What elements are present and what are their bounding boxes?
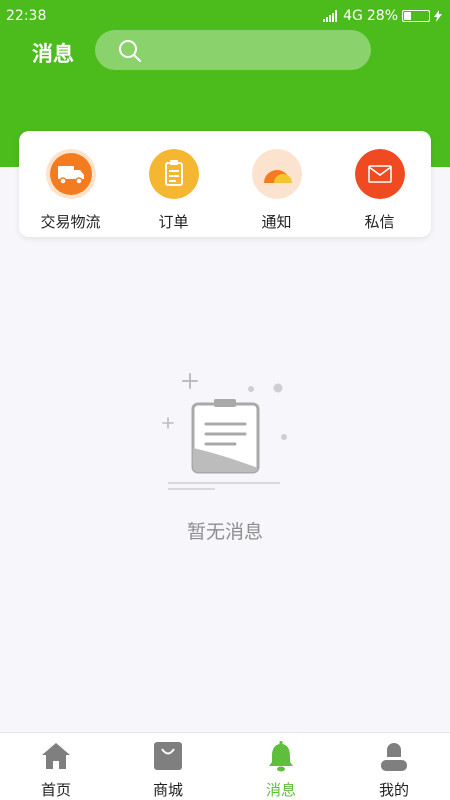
search-icon: [119, 40, 141, 62]
user-icon: [381, 743, 407, 771]
bell-icon: [269, 741, 293, 772]
quick-action-messages[interactable]: 私信: [328, 131, 431, 237]
quick-action-logistics[interactable]: 交易物流: [19, 131, 122, 237]
bottom-tab-bar: 首页 商城 消息 我的: [0, 732, 450, 800]
tab-label: 我的: [378, 781, 409, 799]
page-title: 消息: [32, 42, 74, 66]
home-icon: [42, 743, 70, 769]
empty-clipboard-illustration: [162, 373, 287, 490]
quick-action-label: 通知: [261, 213, 292, 231]
mail-icon: [355, 149, 405, 199]
clipboard-icon: [149, 149, 199, 199]
quick-action-label: 私信: [364, 213, 395, 231]
status-bar: 22:38 4G 28%: [0, 0, 450, 32]
charging-icon: [434, 10, 442, 22]
battery-percent: 28%: [366, 8, 398, 24]
network-type: 4G: [343, 8, 363, 24]
search-input[interactable]: [95, 30, 371, 70]
shopping-bag-icon: [154, 742, 182, 770]
battery-icon: [402, 10, 430, 22]
empty-state-text: 暂无消息: [186, 521, 263, 543]
battery-level: [404, 12, 412, 20]
tab-profile[interactable]: 我的: [338, 733, 450, 800]
tab-messages[interactable]: 消息: [225, 733, 337, 800]
status-time: 22:38: [6, 8, 47, 24]
quick-action-orders[interactable]: 订单: [122, 131, 225, 237]
status-indicators: 4G 28%: [323, 8, 442, 24]
truck-icon: [46, 149, 96, 199]
tab-home[interactable]: 首页: [0, 733, 112, 800]
quick-actions-card: 交易物流 订单 通知 私信: [19, 131, 431, 237]
tab-label: 消息: [265, 781, 296, 799]
tab-label: 商城: [152, 781, 183, 799]
notification-icon: [252, 149, 302, 199]
tab-mall[interactable]: 商城: [112, 733, 224, 800]
signal-icon: [323, 10, 338, 22]
quick-action-label: 订单: [158, 213, 189, 231]
quick-action-notifications[interactable]: 通知: [225, 131, 328, 237]
quick-action-label: 交易物流: [40, 213, 101, 231]
tab-label: 首页: [40, 781, 71, 799]
